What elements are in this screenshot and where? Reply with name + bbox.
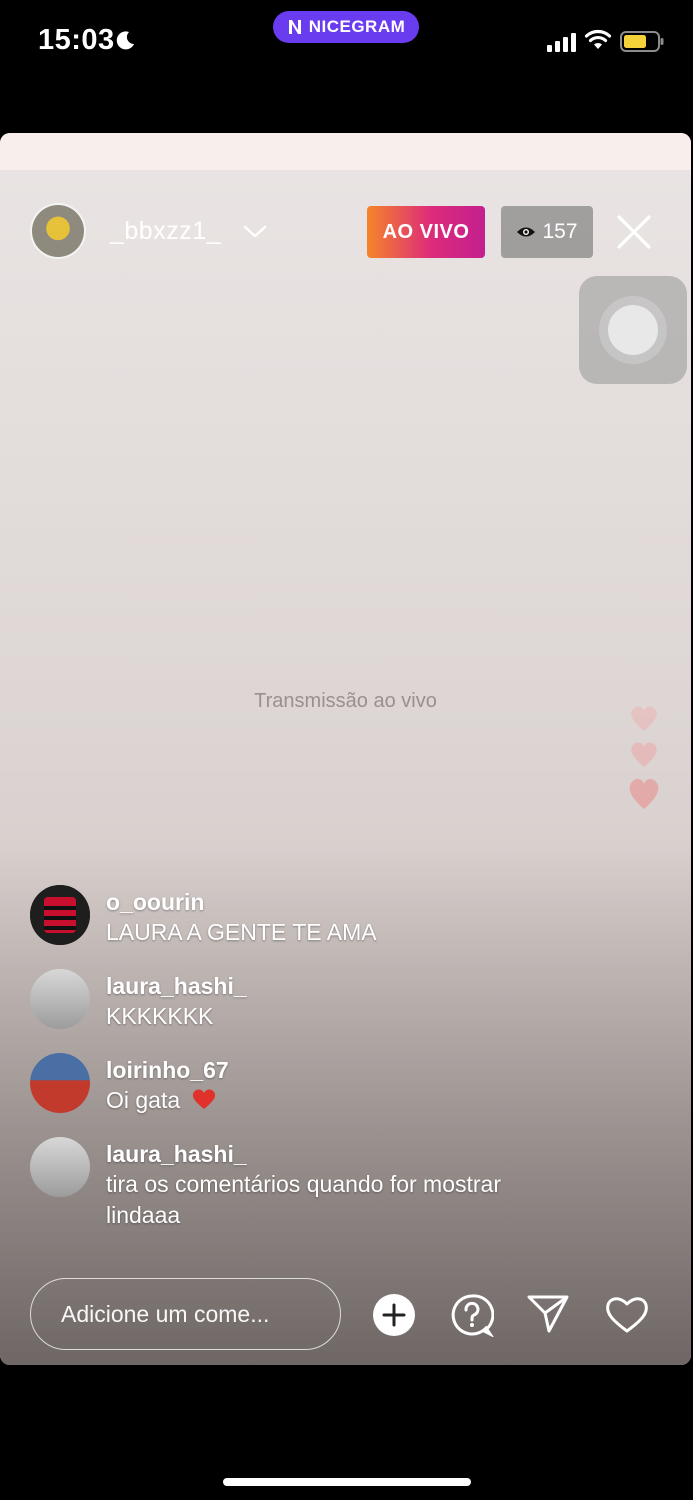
comment-feed: o_oourin LAURA A GENTE TE AMA laura_hash… <box>30 881 590 1231</box>
comment-username[interactable]: o_oourin <box>106 887 590 917</box>
status-time: 15:03 <box>38 24 115 56</box>
eye-icon <box>517 227 536 237</box>
moon-icon <box>116 31 134 50</box>
app-indicator-pill[interactable]: NICEGRAM <box>273 11 419 43</box>
comment-item: loirinho_67 Oi gata <box>30 1049 590 1133</box>
add-icon[interactable] <box>372 1293 416 1337</box>
flamengo-avatar[interactable] <box>30 885 90 945</box>
host-avatar[interactable] <box>30 203 86 259</box>
cellular-signal-icon <box>547 33 576 52</box>
viewer-count-badge[interactable]: 157 <box>501 206 593 258</box>
comment-item: laura_hashi_ KKKKKKK <box>30 965 590 1049</box>
card-top-strip <box>0 133 691 170</box>
home-indicator[interactable] <box>223 1478 471 1486</box>
wifi-icon <box>584 29 612 49</box>
comment-input[interactable]: Adicione um come... <box>30 1278 341 1350</box>
comment-text: tira os comentários quando for mostrar l… <box>106 1171 502 1228</box>
comment-text: LAURA A GENTE TE AMA <box>106 919 377 945</box>
floating-camera-control[interactable] <box>579 276 687 384</box>
live-stream-view: Transmissão ao vivo _bbxzz1_ AO VIVO 157 <box>0 133 691 1365</box>
send-icon[interactable] <box>526 1293 570 1335</box>
live-badge-label: AO VIVO <box>382 220 470 243</box>
status-bar: 15:03 NICEGRAM <box>0 0 693 80</box>
app-name: NICEGRAM <box>308 17 406 36</box>
red-heart-emoji-icon <box>192 1089 215 1109</box>
heart-icon[interactable] <box>604 1294 650 1334</box>
chevron-down-icon[interactable] <box>243 224 267 240</box>
floating-hearts-icon <box>629 706 659 809</box>
video-placeholder-label: Transmissão ao vivo <box>254 690 437 712</box>
user-avatar[interactable] <box>30 969 90 1029</box>
comment-text-row: Oi gata <box>106 1085 590 1116</box>
user-avatar[interactable] <box>30 1053 90 1113</box>
question-icon[interactable] <box>450 1293 494 1337</box>
host-username[interactable]: _bbxzz1_ <box>110 217 221 246</box>
battery-icon <box>620 31 664 52</box>
comment-username[interactable]: loirinho_67 <box>106 1055 590 1085</box>
user-avatar[interactable] <box>30 1137 90 1197</box>
nicegram-logo-icon <box>288 20 301 34</box>
comment-username[interactable]: laura_hashi_ <box>106 1139 590 1169</box>
comment-item: laura_hashi_ tira os comentários quando … <box>30 1133 590 1231</box>
comment-item: o_oourin LAURA A GENTE TE AMA <box>30 881 590 965</box>
comment-username[interactable]: laura_hashi_ <box>106 971 590 1001</box>
flamengo-crest-icon <box>30 885 90 945</box>
viewer-count: 157 <box>542 220 578 243</box>
comment-text: Oi gata <box>106 1087 181 1113</box>
comment-text: KKKKKKK <box>106 1003 214 1029</box>
comment-input-placeholder: Adicione um come... <box>61 1300 270 1327</box>
close-icon[interactable] <box>615 213 653 251</box>
live-badge: AO VIVO <box>367 206 485 258</box>
